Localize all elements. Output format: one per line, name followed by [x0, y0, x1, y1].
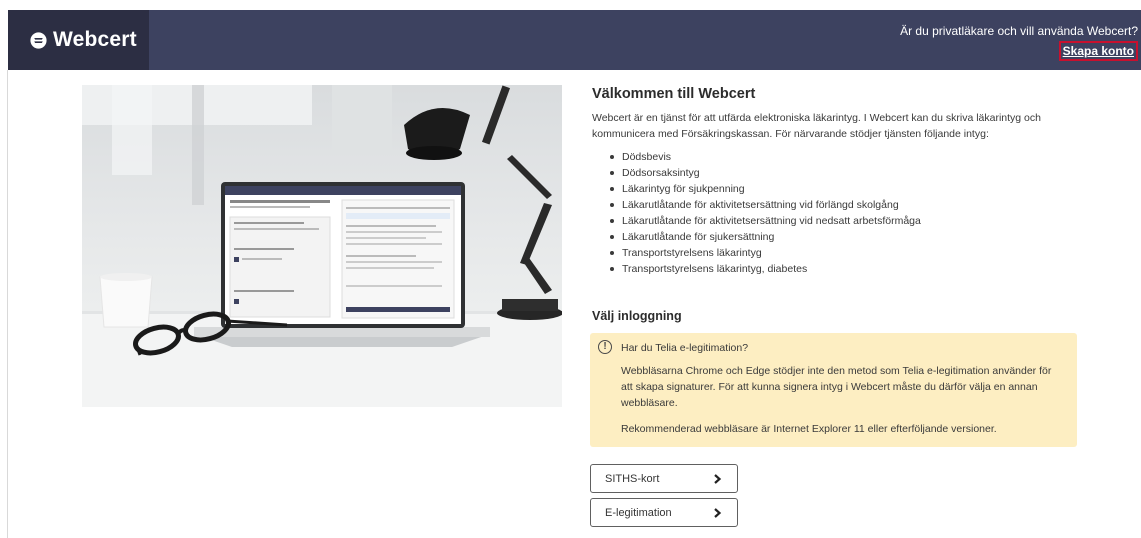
alert-recommendation: Rekommenderad webbläsare är Internet Exp…: [621, 423, 997, 435]
list-item: Läkarutlåtande för sjukersättning: [610, 229, 1092, 245]
chevron-right-icon: [714, 507, 722, 518]
list-item: Läkarintyg för sjukpenning: [610, 181, 1092, 197]
welcome-title: Välkommen till Webcert: [592, 86, 756, 102]
certificate-list: Dödsbevis Dödsorsaksintyg Läkarintyg för…: [610, 149, 1092, 277]
welcome-section: Välkommen till Webcert Webcert är en tjä…: [592, 86, 1092, 277]
siths-button-label: SITHS-kort: [605, 472, 660, 485]
alert-heading: Har du Telia e-legitimation?: [621, 342, 749, 354]
login-title: Välj inloggning: [592, 309, 682, 323]
logo-text: Webcert: [53, 28, 137, 51]
hero-image: [82, 85, 562, 407]
alert-body: Webbläsarna Chrome och Edge stödjer inte…: [621, 365, 1052, 409]
list-item: Dödsbevis: [610, 149, 1092, 165]
list-item: Transportstyrelsens läkarintyg, diabetes: [610, 261, 1092, 277]
telia-alert: ! Har du Telia e-legitimation? Webbläsar…: [590, 333, 1077, 447]
logo[interactable]: Webcert: [8, 10, 149, 70]
exclamation-circle-icon: !: [598, 340, 612, 354]
elegitimation-button-label: E-legitimation: [605, 506, 672, 519]
list-item: Dödsorsaksintyg: [610, 165, 1092, 181]
top-header: Webcert Är du privatläkare och vill anvä…: [8, 10, 1141, 70]
private-doctor-question: Är du privatläkare och vill använda Webc…: [900, 24, 1138, 38]
welcome-intro: Webcert är en tjänst för att utfärda ele…: [592, 112, 1041, 140]
private-doctor-section: Är du privatläkare och vill använda Webc…: [900, 24, 1138, 61]
list-item: Transportstyrelsens läkarintyg: [610, 245, 1092, 261]
chevron-right-icon: [714, 473, 722, 484]
list-item: Läkarutlåtande för aktivitetsersättning …: [610, 197, 1092, 213]
create-account-link[interactable]: Skapa konto: [1058, 41, 1138, 61]
webcert-logo-icon: [30, 31, 47, 49]
elegitimation-login-button[interactable]: E-legitimation: [590, 498, 738, 527]
list-item: Läkarutlåtande för aktivitetsersättning …: [610, 213, 1092, 229]
left-divider: [7, 70, 8, 538]
siths-login-button[interactable]: SITHS-kort: [590, 464, 738, 493]
hero-illustration: [82, 85, 562, 407]
